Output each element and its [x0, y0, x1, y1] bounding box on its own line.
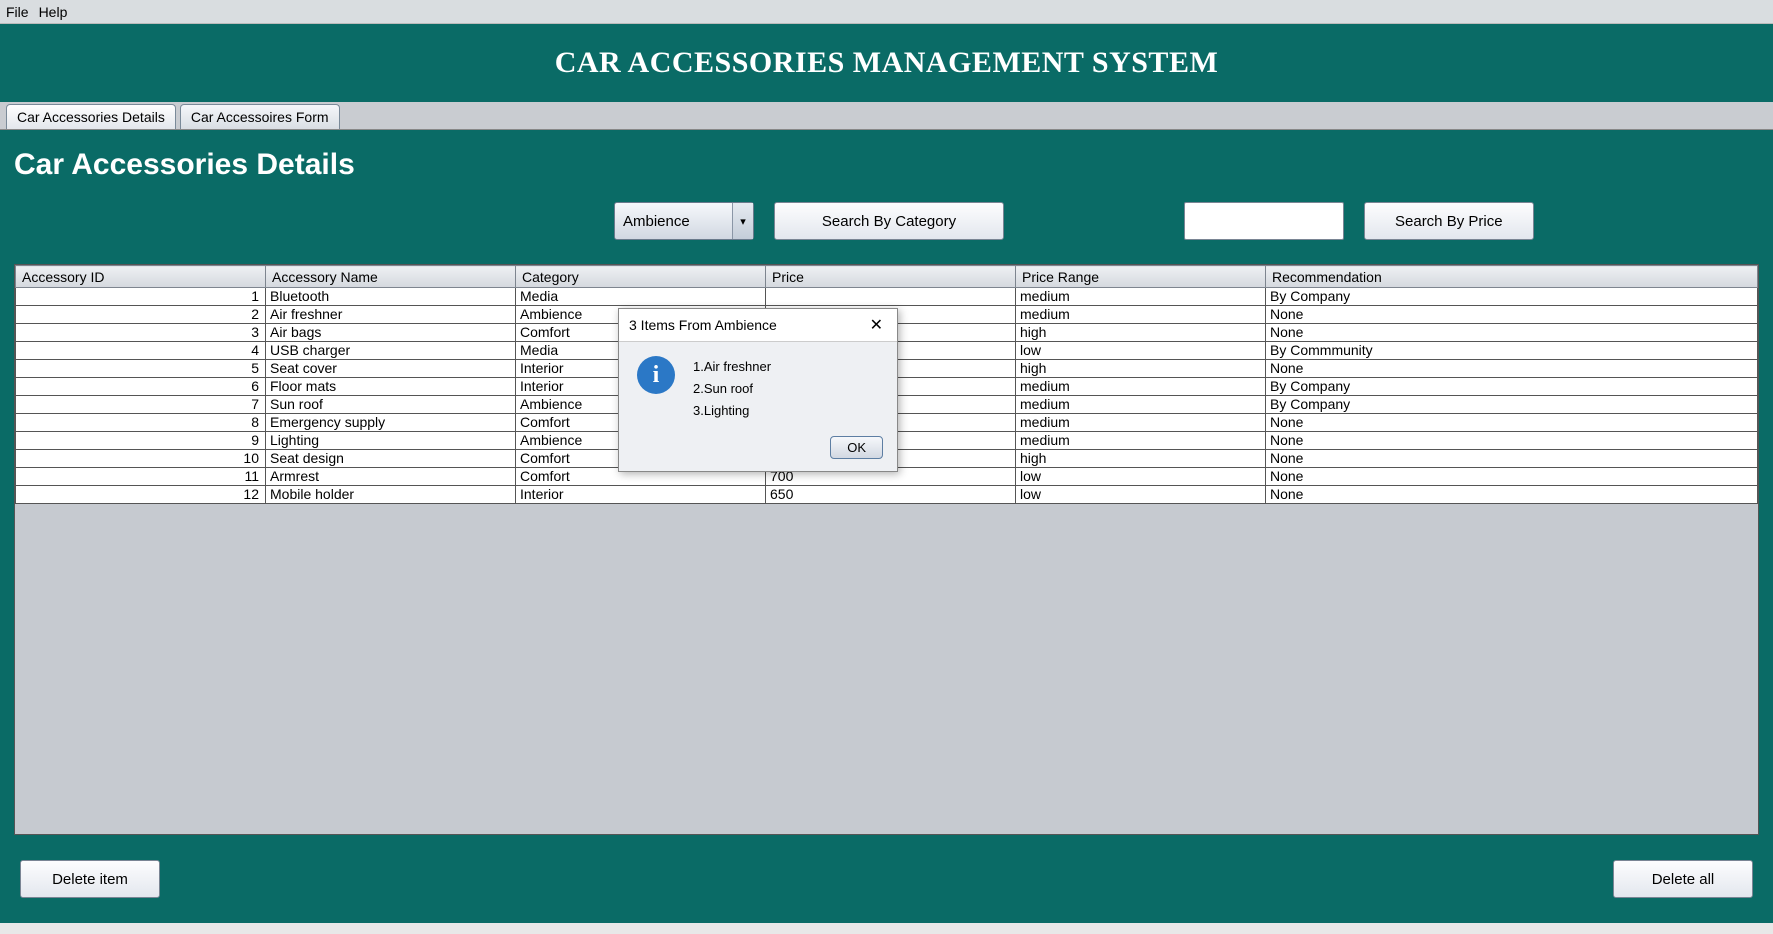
- info-icon: i: [637, 356, 675, 394]
- dialog-body: i 1.Air freshner 2.Sun roof 3.Lighting: [619, 342, 897, 430]
- table-row[interactable]: 12Mobile holderInterior650lowNone: [16, 486, 1758, 504]
- cell-recommendation: By Company: [1266, 378, 1758, 396]
- dialog-message: 1.Air freshner 2.Sun roof 3.Lighting: [693, 356, 771, 422]
- info-dialog: 3 Items From Ambience ✕ i 1.Air freshner…: [618, 308, 898, 472]
- cell-recommendation: None: [1266, 324, 1758, 342]
- cell-recommendation: None: [1266, 306, 1758, 324]
- cell-recommendation: None: [1266, 360, 1758, 378]
- table-row[interactable]: 1BluetoothMedia mediumBy Company: [16, 288, 1758, 306]
- cell-price-range: medium: [1016, 378, 1266, 396]
- cell-recommendation: None: [1266, 468, 1758, 486]
- cell-id: 6: [16, 378, 266, 396]
- cell-name: Armrest: [266, 468, 516, 486]
- app-title: CAR ACCESSORIES MANAGEMENT SYSTEM: [0, 46, 1773, 80]
- cell-recommendation: None: [1266, 486, 1758, 504]
- cell-id: 2: [16, 306, 266, 324]
- col-recommendation[interactable]: Recommendation: [1266, 266, 1758, 288]
- dialog-button-row: OK: [619, 430, 897, 471]
- cell-name: Emergency supply: [266, 414, 516, 432]
- category-dropdown-value: Ambience: [623, 213, 690, 230]
- cell-category: Interior: [516, 486, 766, 504]
- search-row: Ambience Search By Category Search By Pr…: [14, 202, 1759, 240]
- cell-recommendation: By Commmunity: [1266, 342, 1758, 360]
- cell-price-range: low: [1016, 486, 1266, 504]
- cell-id: 3: [16, 324, 266, 342]
- cell-recommendation: By Company: [1266, 396, 1758, 414]
- dialog-line: 2.Sun roof: [693, 378, 771, 400]
- cell-id: 7: [16, 396, 266, 414]
- dialog-line: 3.Lighting: [693, 400, 771, 422]
- col-price[interactable]: Price: [766, 266, 1016, 288]
- cell-id: 4: [16, 342, 266, 360]
- cell-name: Sun roof: [266, 396, 516, 414]
- cell-name: Seat cover: [266, 360, 516, 378]
- menu-help[interactable]: Help: [39, 4, 68, 20]
- cell-name: Floor mats: [266, 378, 516, 396]
- cell-price-range: high: [1016, 324, 1266, 342]
- dialog-close-icon[interactable]: ✕: [866, 315, 887, 335]
- tab-car-accessories-form[interactable]: Car Accessoires Form: [180, 104, 340, 129]
- cell-recommendation: None: [1266, 450, 1758, 468]
- cell-price-range: medium: [1016, 306, 1266, 324]
- cell-id: 9: [16, 432, 266, 450]
- cell-category: Media: [516, 288, 766, 306]
- dialog-line: 1.Air freshner: [693, 356, 771, 378]
- cell-price-range: medium: [1016, 288, 1266, 306]
- cell-recommendation: None: [1266, 414, 1758, 432]
- page-title: Car Accessories Details: [14, 148, 1759, 182]
- menu-file[interactable]: File: [6, 4, 29, 20]
- cell-price-range: low: [1016, 342, 1266, 360]
- cell-name: Bluetooth: [266, 288, 516, 306]
- cell-recommendation: None: [1266, 432, 1758, 450]
- col-category[interactable]: Category: [516, 266, 766, 288]
- delete-item-button[interactable]: Delete item: [20, 860, 160, 898]
- cell-name: Air freshner: [266, 306, 516, 324]
- cell-name: Seat design: [266, 450, 516, 468]
- cell-price-range: medium: [1016, 432, 1266, 450]
- col-accessory-id[interactable]: Accessory ID: [16, 266, 266, 288]
- cell-price-range: low: [1016, 468, 1266, 486]
- cell-price-range: high: [1016, 360, 1266, 378]
- cell-id: 1: [16, 288, 266, 306]
- app-banner: CAR ACCESSORIES MANAGEMENT SYSTEM: [0, 24, 1773, 102]
- category-dropdown[interactable]: Ambience: [614, 202, 754, 240]
- cell-recommendation: By Company: [1266, 288, 1758, 306]
- cell-name: Lighting: [266, 432, 516, 450]
- cell-id: 8: [16, 414, 266, 432]
- dialog-ok-button[interactable]: OK: [830, 436, 883, 459]
- dialog-title-text: 3 Items From Ambience: [629, 317, 777, 333]
- col-price-range[interactable]: Price Range: [1016, 266, 1266, 288]
- cell-name: USB charger: [266, 342, 516, 360]
- cell-price-range: medium: [1016, 396, 1266, 414]
- menu-bar: File Help: [0, 0, 1773, 24]
- price-input[interactable]: [1184, 202, 1344, 240]
- search-by-price-button[interactable]: Search By Price: [1364, 202, 1534, 240]
- cell-id: 12: [16, 486, 266, 504]
- footer-bar: Delete item Delete all: [0, 835, 1773, 923]
- cell-name: Mobile holder: [266, 486, 516, 504]
- content-area: Car Accessories Details Ambience Search …: [0, 130, 1773, 835]
- cell-id: 5: [16, 360, 266, 378]
- cell-id: 10: [16, 450, 266, 468]
- dialog-titlebar: 3 Items From Ambience ✕: [619, 309, 897, 342]
- col-accessory-name[interactable]: Accessory Name: [266, 266, 516, 288]
- cell-price-range: high: [1016, 450, 1266, 468]
- cell-price: [766, 288, 1016, 306]
- tab-car-accessories-details[interactable]: Car Accessories Details: [6, 104, 176, 129]
- delete-all-button[interactable]: Delete all: [1613, 860, 1753, 898]
- table-header-row: Accessory ID Accessory Name Category Pri…: [16, 266, 1758, 288]
- cell-id: 11: [16, 468, 266, 486]
- cell-name: Air bags: [266, 324, 516, 342]
- search-by-category-button[interactable]: Search By Category: [774, 202, 1004, 240]
- tab-strip: Car Accessories Details Car Accessoires …: [0, 102, 1773, 130]
- cell-price: 650: [766, 486, 1016, 504]
- cell-price-range: medium: [1016, 414, 1266, 432]
